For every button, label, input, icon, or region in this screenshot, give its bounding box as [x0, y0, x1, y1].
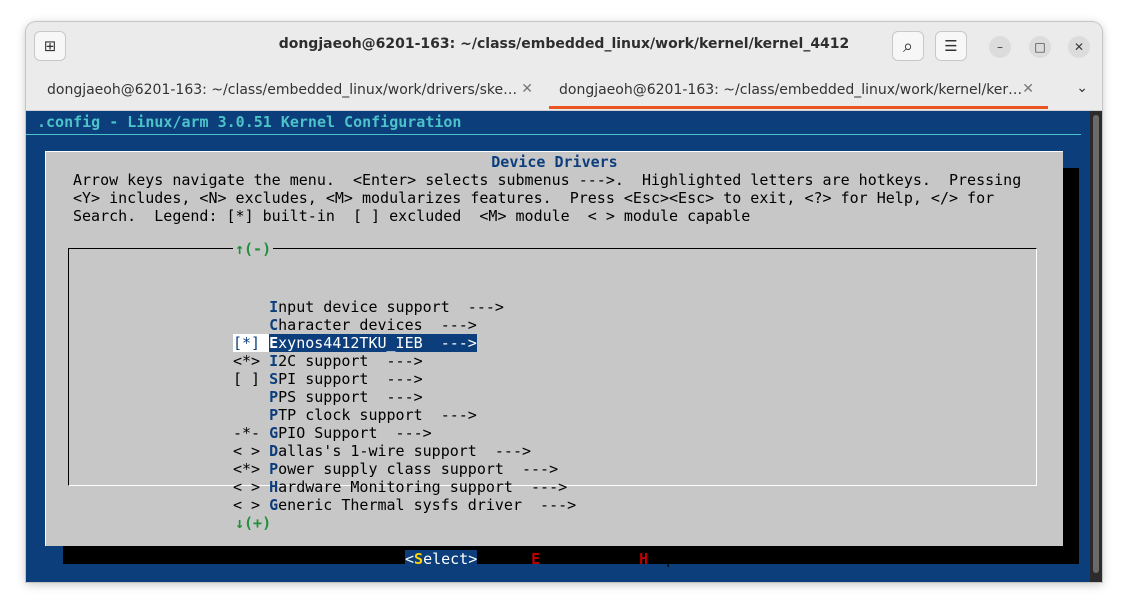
maximize-icon: □	[1034, 40, 1046, 54]
menu-items: Input device support ---> Character devi…	[233, 298, 576, 514]
menu-item-pps-support[interactable]: PPS support --->	[233, 388, 576, 406]
menu-item-hardware-monitoring-support[interactable]: < > Hardware Monitoring support --->	[233, 478, 576, 496]
hotkey: E	[531, 550, 541, 568]
hotkey: P	[269, 406, 279, 424]
tab-drivers[interactable]: dongjaeoh@6201-163: ~/class/embedded_lin…	[26, 70, 547, 110]
menu-item-i2c-support[interactable]: <*> I2C support --->	[233, 352, 576, 370]
hotkey: P	[269, 388, 279, 406]
hotkey: G	[269, 496, 279, 514]
search-button[interactable]: ⌕	[892, 31, 924, 61]
menu-item-dallas-1-wire-support[interactable]: < > Dallas's 1-wire support --->	[233, 442, 576, 460]
help-line: Search. Legend: [*] built-in [ ] exclude…	[73, 207, 751, 225]
menu-button[interactable]: ☰	[935, 31, 967, 61]
hotkey: I	[269, 352, 279, 370]
menuconfig-dialog: Device Drivers Arrow keys navigate the m…	[45, 151, 1063, 568]
search-icon: ⌕	[902, 35, 914, 57]
hotkey: D	[269, 442, 279, 460]
close-icon: ✕	[1073, 40, 1085, 54]
scroll-up-indicator[interactable]: ↑(-)	[233, 240, 274, 258]
scrollbar-thumb[interactable]	[1093, 115, 1099, 573]
hotkey: G	[269, 424, 279, 442]
scroll-down-indicator[interactable]: ↓(+)	[235, 514, 271, 532]
menu-item-spi-support[interactable]: [ ] SPI support --->	[233, 370, 576, 388]
menu-item-generic-thermal-sysfs-driver[interactable]: < > Generic Thermal sysfs driver --->	[233, 496, 576, 514]
menu-item-input-device-support[interactable]: Input device support --->	[233, 298, 576, 316]
hotkey: C	[269, 316, 279, 334]
minimize-button[interactable]: –	[989, 36, 1011, 58]
button-row: <Select> < Exit > < Help >	[46, 550, 1063, 568]
tab-close-icon[interactable]: ✕	[521, 81, 533, 97]
dialog-title: Device Drivers	[491, 153, 618, 171]
title-bar: ⊞ dongjaeoh@6201-163: ~/class/embedded_l…	[26, 22, 1102, 70]
terminal-scrollbar[interactable]	[1090, 111, 1102, 582]
help-line: Arrow keys navigate the menu. <Enter> se…	[73, 171, 1022, 189]
tab-close-icon[interactable]: ✕	[1022, 81, 1034, 97]
tabs-dropdown-icon[interactable]: ⌄	[1076, 80, 1088, 96]
minimize-icon: –	[997, 40, 1003, 54]
tab-label: dongjaeoh@6201-163: ~/class/embedded_lin…	[559, 82, 1023, 98]
menu-item-ptp-clock-support[interactable]: PTP clock support --->	[233, 406, 576, 424]
hotkey: E	[269, 334, 279, 352]
hotkey: H	[269, 478, 279, 496]
tab-label: dongjaeoh@6201-163: ~/class/embedded_lin…	[47, 82, 518, 98]
maximize-button[interactable]: □	[1029, 36, 1051, 58]
config-title: .config - Linux/arm 3.0.51 Kernel Config…	[37, 113, 462, 131]
menu-item-power-supply-class-support[interactable]: <*> Power supply class support --->	[233, 460, 576, 478]
hotkey: H	[639, 550, 649, 568]
menu-item-character-devices[interactable]: Character devices --->	[233, 316, 576, 334]
terminal-window: ⊞ dongjaeoh@6201-163: ~/class/embedded_l…	[26, 22, 1102, 582]
hamburger-menu-icon: ☰	[944, 37, 958, 55]
active-tab-indicator	[549, 106, 1048, 109]
hotkey: P	[269, 460, 279, 478]
hotkey: I	[269, 298, 279, 316]
exit-button[interactable]: < Exit >	[513, 550, 585, 568]
select-button[interactable]: <Select>	[405, 550, 478, 568]
menu-item-gpio-support[interactable]: -*- GPIO Support --->	[233, 424, 576, 442]
hotkey: S	[414, 550, 424, 568]
tab-bar: dongjaeoh@6201-163: ~/class/embedded_lin…	[26, 70, 1102, 111]
tab-kernel[interactable]: dongjaeoh@6201-163: ~/class/embedded_lin…	[549, 70, 1048, 110]
help-text: Arrow keys navigate the menu. <Enter> se…	[73, 171, 1021, 225]
title-underline	[26, 134, 1081, 135]
terminal-area[interactable]: .config - Linux/arm 3.0.51 Kernel Config…	[26, 111, 1090, 582]
menu-item-exynos4412tku-ieb[interactable]: [*] Exynos4412TKU_IEB --->	[233, 334, 477, 352]
close-button[interactable]: ✕	[1068, 36, 1090, 58]
help-line: <Y> includes, <N> excludes, <M> modulari…	[73, 189, 995, 207]
hotkey: S	[269, 370, 279, 388]
help-button[interactable]: < Help >	[621, 550, 693, 568]
